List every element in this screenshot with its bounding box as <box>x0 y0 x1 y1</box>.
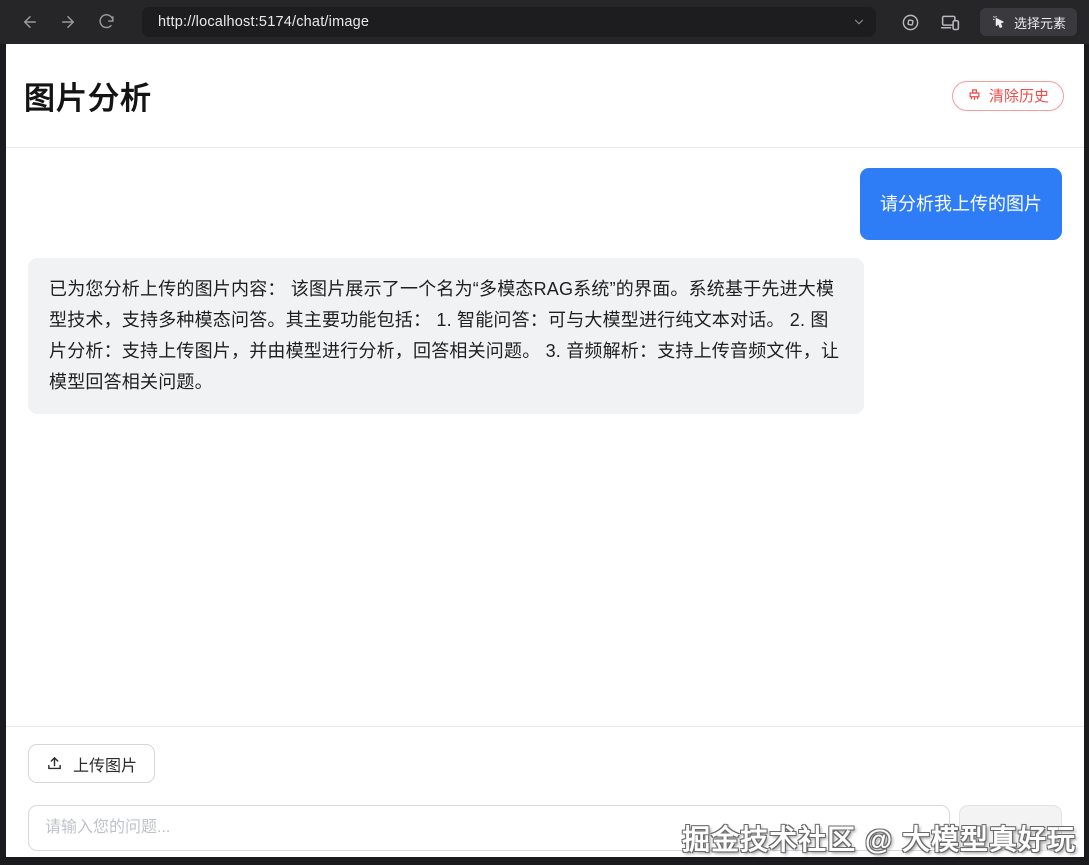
browser-window: http://localhost:5174/chat/image 选择元素 图片… <box>0 0 1089 865</box>
page-header: 图片分析 清除历史 <box>6 44 1084 148</box>
reload-icon[interactable] <box>92 8 120 36</box>
input-row <box>28 805 1062 851</box>
question-input[interactable] <box>28 805 950 851</box>
devices-icon[interactable] <box>936 7 966 37</box>
upload-icon <box>46 755 63 772</box>
send-button[interactable] <box>959 805 1062 851</box>
browser-toolbar: http://localhost:5174/chat/image 选择元素 <box>0 0 1089 44</box>
select-element-button[interactable]: 选择元素 <box>979 8 1077 36</box>
chat-area: 请分析我上传的图片 已为您分析上传的图片内容： 该图片展示了一个名为“多模态RA… <box>6 148 1084 726</box>
forward-icon[interactable] <box>54 8 82 36</box>
upload-image-button[interactable]: 上传图片 <box>28 744 156 783</box>
chat-page: 图片分析 清除历史 请分析我上传的图片 已为您分析上传的图片内容： 该图片展示了… <box>6 44 1084 857</box>
select-element-label: 选择元素 <box>1013 15 1066 31</box>
chat-footer: 上传图片 <box>6 726 1084 857</box>
assistant-message-row: 已为您分析上传的图片内容： 该图片展示了一个名为“多模态RAG系统”的界面。系统… <box>28 258 1062 414</box>
page-title: 图片分析 <box>24 81 152 116</box>
user-message-row: 请分析我上传的图片 <box>28 168 1062 240</box>
cursor-icon <box>991 14 1007 30</box>
url-text[interactable]: http://localhost:5174/chat/image <box>158 14 852 30</box>
clear-brush-icon <box>967 88 982 103</box>
chevron-down-icon[interactable] <box>852 15 866 29</box>
clear-history-button[interactable]: 清除历史 <box>951 80 1064 111</box>
assistant-message-bubble: 已为您分析上传的图片内容： 该图片展示了一个名为“多模态RAG系统”的界面。系统… <box>28 258 864 414</box>
url-bar[interactable]: http://localhost:5174/chat/image <box>142 7 876 37</box>
clear-history-label: 清除历史 <box>988 88 1049 105</box>
back-icon[interactable] <box>16 8 44 36</box>
upload-image-label: 上传图片 <box>73 757 138 775</box>
target-icon[interactable] <box>896 7 926 37</box>
user-message-bubble: 请分析我上传的图片 <box>860 168 1062 240</box>
